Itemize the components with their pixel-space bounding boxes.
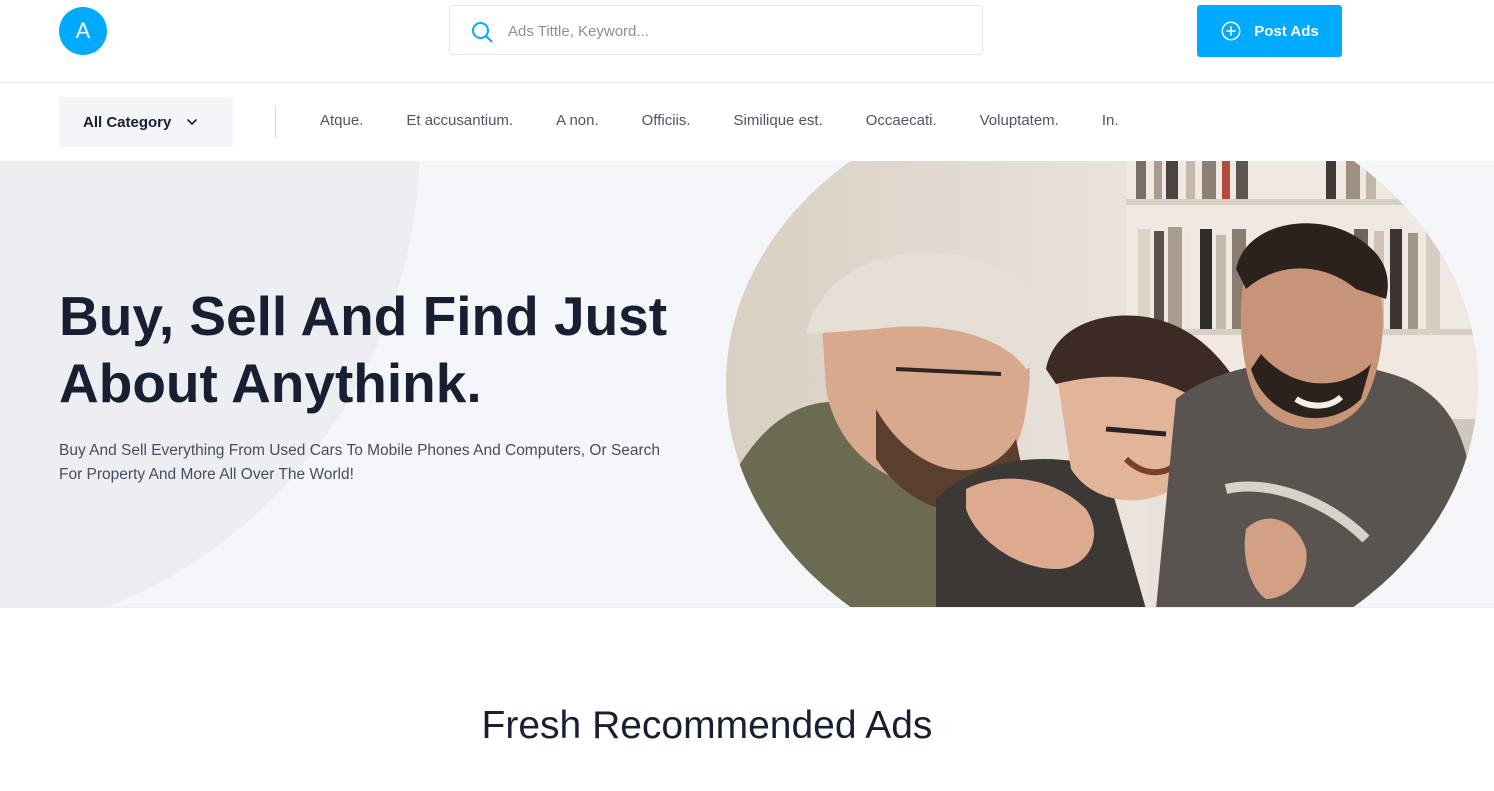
category-link[interactable]: Voluptatem. [980,112,1059,129]
hero-title-line2: About Anythink. [59,352,482,414]
post-ads-button[interactable]: Post Ads [1197,5,1342,57]
site-logo[interactable]: A [59,7,107,55]
category-link[interactable]: Similique est. [734,112,823,129]
plus-circle-icon [1221,21,1241,41]
hero-subtitle-line2: For Property And More All Over The World… [59,466,354,483]
post-ads-label: Post Ads [1254,22,1319,40]
category-link[interactable]: Officiis. [642,112,691,129]
search-input[interactable] [506,6,970,56]
category-links: Atque. Et accusantium. A non. Officiis. … [320,112,1162,129]
hero-subtitle: Buy And Sell Everything From Used Cars T… [59,439,699,487]
top-header: A Post Ads [0,0,1494,83]
category-link[interactable]: Et accusantium. [406,112,513,129]
hero-photo [726,161,1478,607]
hero-subtitle-line1: Buy And Sell Everything From Used Cars T… [59,442,661,459]
all-category-label: All Category [83,113,172,131]
hero-title: Buy, Sell And Find Just About Anythink. [59,283,739,417]
logo-letter: A [75,18,91,43]
category-link[interactable]: Atque. [320,112,363,129]
section-title-text: Fresh Recommended Ads [481,704,933,747]
category-link[interactable]: Occaecati. [866,112,937,129]
category-nav: All Category Atque. Et accusantium. A no… [0,83,1494,161]
category-link[interactable]: In. [1102,112,1119,129]
hero-title-line1: Buy, Sell And Find Just [59,285,668,347]
search-icon [472,22,493,43]
all-category-dropdown[interactable]: All Category [59,97,233,147]
nav-divider [275,106,276,138]
chevron-down-icon [187,119,198,125]
category-link[interactable]: A non. [556,112,599,129]
search-bar[interactable] [449,5,983,56]
section-title: Fresh Recommended Ads [0,704,1414,748]
hero-bottom-border [0,607,1494,608]
hero-banner: Buy, Sell And Find Just About Anythink. … [0,161,1494,607]
